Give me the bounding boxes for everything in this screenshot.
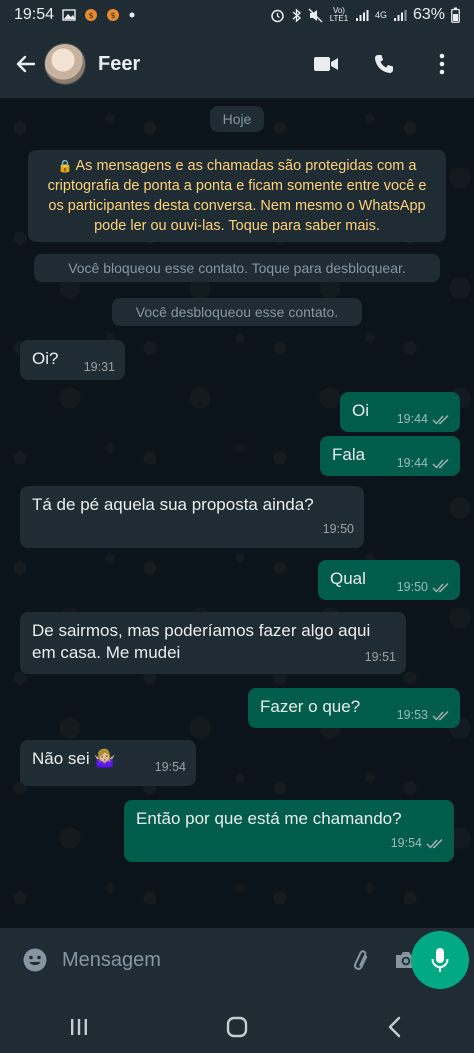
- svg-text:$: $: [89, 11, 94, 20]
- back-arrow-icon[interactable]: [12, 50, 40, 78]
- message-text: Oi: [352, 401, 369, 420]
- message-bubble-outgoing[interactable]: Oi 19:44: [340, 392, 460, 432]
- mic-button[interactable]: [411, 931, 469, 989]
- lock-icon: 🔒: [57, 159, 73, 173]
- message-text: Não sei 🤷🏼‍♀️: [32, 749, 116, 768]
- network-label: Vo) LTE1: [329, 6, 349, 23]
- system-message-unblocked: Você desbloqueou esse contato.: [112, 298, 362, 326]
- chat-header: Feer: [0, 30, 474, 98]
- dot-icon: [129, 12, 135, 18]
- gallery-icon: [62, 9, 76, 21]
- signal-icon: [393, 9, 407, 21]
- message-text: Então por que está me chamando?: [136, 809, 402, 828]
- more-vert-icon[interactable]: [428, 50, 456, 78]
- recent-apps-icon[interactable]: [59, 1007, 99, 1047]
- message-time: 19:50: [322, 522, 354, 536]
- system-navigation-bar: [0, 1000, 474, 1053]
- system-message-blocked[interactable]: Você bloqueou esse contato. Toque para d…: [34, 254, 440, 282]
- message-time: 19:51: [364, 650, 396, 664]
- alarm-icon: [271, 9, 284, 22]
- svg-text:$: $: [111, 11, 116, 20]
- mute-icon: [308, 8, 323, 22]
- phone-icon[interactable]: [370, 50, 398, 78]
- avatar[interactable]: [44, 43, 86, 85]
- message-input[interactable]: [62, 948, 327, 972]
- message-time: 19:44: [396, 412, 428, 426]
- status-time: 19:54: [14, 6, 55, 23]
- emoji-icon[interactable]: [22, 947, 48, 973]
- message-time: 19:53: [396, 708, 428, 722]
- battery-icon: [451, 7, 460, 23]
- signal-icon: [355, 9, 369, 21]
- message-text: Tá de pé aquela sua proposta ainda?: [32, 495, 314, 514]
- message-time: 19:54: [154, 760, 186, 774]
- bluetooth-icon: [292, 7, 302, 23]
- message-text: Fala: [332, 445, 366, 464]
- battery-percent: 63%: [412, 6, 445, 23]
- video-call-icon[interactable]: [312, 50, 340, 78]
- double-check-icon: [432, 710, 449, 721]
- message-bubble-incoming[interactable]: Tá de pé aquela sua proposta ainda? 19:5…: [20, 486, 364, 548]
- message-bubble-incoming[interactable]: Não sei 🤷🏼‍♀️ 19:54: [20, 740, 196, 786]
- message-bubble-incoming[interactable]: De sairmos, mas poderíamos fazer algo aq…: [20, 612, 406, 674]
- notification-icon: $: [85, 9, 98, 21]
- notification-icon: $: [107, 9, 120, 21]
- contact-name[interactable]: Feer: [98, 53, 140, 76]
- message-time: 19:50: [396, 580, 428, 594]
- double-check-icon: [432, 582, 449, 593]
- message-composer: [8, 932, 416, 988]
- message-text: De sairmos, mas poderíamos fazer algo aq…: [32, 621, 371, 662]
- back-nav-icon[interactable]: [375, 1007, 415, 1047]
- message-bubble-outgoing[interactable]: Qual 19:50: [318, 560, 460, 600]
- date-pill: Hoje: [210, 106, 264, 132]
- message-time: 19:31: [83, 360, 115, 374]
- whatsapp-chat-screen: 19:54 $ $ Vo) LTE1 4G 63% Feer Hoje 🔒 As…: [0, 0, 474, 1053]
- message-text: Oi?: [32, 349, 59, 368]
- message-time: 19:44: [396, 456, 428, 470]
- double-check-icon: [426, 838, 443, 849]
- message-time: 19:54: [390, 836, 422, 850]
- chat-messages-area[interactable]: Hoje 🔒 As mensagens e as chamadas são pro…: [0, 98, 474, 928]
- message-bubble-outgoing[interactable]: Então por que está me chamando? 19:54: [124, 800, 454, 862]
- message-text: Qual: [330, 569, 366, 588]
- message-bubble-outgoing[interactable]: Fazer o que? 19:53: [248, 688, 460, 728]
- double-check-icon: [432, 414, 449, 425]
- encryption-notice-text: As mensagens e as chamadas são protegida…: [47, 158, 427, 234]
- status-bar: 19:54 $ $ Vo) LTE1 4G 63%: [0, 0, 474, 30]
- network-type: 4G: [374, 10, 387, 20]
- message-bubble-incoming[interactable]: Oi? 19:31: [20, 340, 125, 380]
- home-icon[interactable]: [217, 1007, 257, 1047]
- double-check-icon: [432, 458, 449, 469]
- attach-clip-icon[interactable]: [347, 947, 373, 973]
- encryption-notice[interactable]: 🔒 As mensagens e as chamadas são protegid…: [28, 150, 446, 242]
- message-bubble-outgoing[interactable]: Fala 19:44: [320, 436, 460, 476]
- message-text: Fazer o que?: [260, 697, 361, 716]
- mic-icon: [431, 948, 449, 972]
